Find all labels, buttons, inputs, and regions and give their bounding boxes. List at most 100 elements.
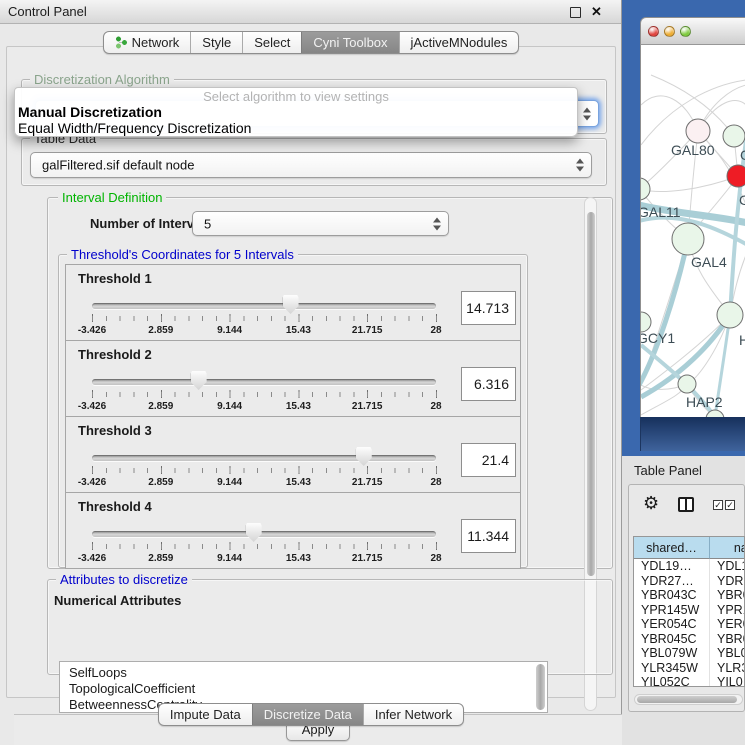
threshold-slider[interactable]: -3.4262.8599.14415.4321.71528 <box>92 369 436 415</box>
threshold-slider[interactable]: -3.4262.8599.14415.4321.71528 <box>92 293 436 339</box>
slider-track[interactable] <box>92 303 436 309</box>
node-label-gal11: GAL11 <box>641 204 681 220</box>
table-row[interactable]: YIL052CYIL0 <box>634 675 744 687</box>
network-window-titlebar[interactable] <box>640 17 745 45</box>
tab-discretize-data[interactable]: Discretize Data <box>252 704 363 725</box>
dropdown-item-equal-width-frequency-discretization[interactable]: Equal Width/Frequency Discretization <box>15 120 577 136</box>
table-cell: YBR043C <box>634 588 710 603</box>
tab-select[interactable]: Select <box>242 32 301 53</box>
interval-definition-group: Interval Definition Number of Intervals … <box>47 197 613 569</box>
tab-label: Impute Data <box>170 704 241 725</box>
table-data-value: galFiltered.sif default node <box>42 158 194 173</box>
network-canvas[interactable]: GAL80GACGAL11GAL4GCY1HHAP2 <box>640 45 745 417</box>
attribute-item-topologicalcoefficient[interactable]: TopologicalCoefficient <box>60 681 547 697</box>
tick-label: 2.859 <box>148 553 173 564</box>
close-light-icon[interactable] <box>648 26 659 37</box>
network-edge[interactable] <box>641 176 738 191</box>
table-row[interactable]: YDR27…YDR2 <box>634 574 744 589</box>
threshold-value-field[interactable]: 6.316 <box>461 367 516 401</box>
checkbox-icon[interactable]: ✓ <box>713 500 723 510</box>
checkbox-icon[interactable]: ✓ <box>725 500 735 510</box>
tab-label: Infer Network <box>375 704 452 725</box>
threshold-label: Threshold 1 <box>78 271 152 286</box>
table-cell: YDL19… <box>634 559 710 574</box>
float-window-icon[interactable] <box>570 7 581 18</box>
node-label-gal80: GAL80 <box>671 142 715 158</box>
node-table[interactable]: shared…name YDL19…YDL1YDR27…YDR2YBR043CY… <box>633 536 745 687</box>
slider-thumb[interactable] <box>356 447 372 466</box>
table-panel-box: ⚙ ✓ ✓ shared…name YDL19…YDL1YDR27…YDR2YB… <box>628 484 745 712</box>
slider-thumb[interactable] <box>283 295 299 314</box>
tab-style[interactable]: Style <box>190 32 242 53</box>
close-icon[interactable]: ✕ <box>591 3 602 21</box>
table-cell: YIL052C <box>634 675 710 687</box>
slider-tick-labels: -3.4262.8599.14415.4321.71528 <box>92 477 436 490</box>
table-hscrollbar[interactable] <box>634 694 743 705</box>
algorithm-dropdown-popup: Select algorithm to view settings Manual… <box>14 87 578 137</box>
table-cell: YPR1 <box>710 603 745 618</box>
table-row[interactable]: YBL079WYBL0 <box>634 646 744 661</box>
network-node[interactable] <box>686 119 710 143</box>
network-node[interactable] <box>641 312 651 332</box>
column-layout-icon[interactable] <box>678 497 694 512</box>
minimize-light-icon[interactable] <box>664 26 675 37</box>
slider-thumb[interactable] <box>246 523 262 542</box>
column-header-name[interactable]: name <box>710 537 745 559</box>
slider-tick-labels: -3.4262.8599.14415.4321.71528 <box>92 401 436 414</box>
tab-label: Network <box>132 32 180 53</box>
control-panel-titlebar: Control Panel ✕ <box>0 0 621 24</box>
slider-ticks-minor <box>92 544 437 549</box>
threshold-value-field[interactable]: 21.4 <box>461 443 516 477</box>
table-row[interactable]: YPR145WYPR1 <box>634 603 744 618</box>
tab-network[interactable]: Network <box>104 32 191 53</box>
dropdown-hint: Select algorithm to view settings <box>15 89 577 104</box>
threshold-value-field[interactable]: 11.344 <box>461 519 516 553</box>
network-node[interactable] <box>723 125 745 147</box>
column-header-shared-[interactable]: shared… <box>634 537 710 559</box>
network-view-window[interactable]: GAL80GACGAL11GAL4GCY1HHAP2 <box>640 17 745 451</box>
table-row[interactable]: YER054CYER0 <box>634 617 744 632</box>
tab-infer-network[interactable]: Infer Network <box>363 704 463 725</box>
table-row[interactable]: YLR345WYLR3 <box>634 661 744 676</box>
num-intervals-combobox[interactable]: 5 <box>192 211 449 236</box>
hscrollbar-thumb[interactable] <box>637 696 737 703</box>
table-row[interactable]: YBR045CYBR0 <box>634 632 744 647</box>
tab-cyni-toolbox[interactable]: Cyni Toolbox <box>301 32 398 53</box>
slider-thumb[interactable] <box>191 371 207 390</box>
gear-icon[interactable]: ⚙ <box>643 494 659 512</box>
threshold-slider[interactable]: -3.4262.8599.14415.4321.71528 <box>92 521 436 567</box>
table-cell: YER0 <box>710 617 745 632</box>
node-label-gal4: GAL4 <box>691 254 727 270</box>
table-header-row: shared…name <box>634 537 744 559</box>
attributes-group-title: Attributes to discretize <box>56 572 192 587</box>
thresholds-group: Threshold's Coordinates for 5 Intervals … <box>58 254 528 568</box>
dropdown-item-manual-discretization[interactable]: Manual Discretization <box>15 104 577 120</box>
tab-impute-data[interactable]: Impute Data <box>159 704 252 725</box>
table-data-combobox[interactable]: galFiltered.sif default node <box>30 152 592 178</box>
slider-track[interactable] <box>92 379 436 385</box>
table-cell: YBR045C <box>634 632 710 647</box>
tick-label: -3.426 <box>78 325 106 336</box>
scrollbar-thumb[interactable] <box>587 212 595 576</box>
zoom-light-icon[interactable] <box>680 26 691 37</box>
table-row[interactable]: YDL19…YDL1 <box>634 559 744 574</box>
tick-label: 2.859 <box>148 401 173 412</box>
network-desktop: GAL80GACGAL11GAL4GCY1HHAP2 <box>622 0 745 456</box>
threshold-panel-threshold-1: Threshold 1 -3.4262.8599.14415.4321.7152… <box>65 264 521 341</box>
table-cell: YPR145W <box>634 603 710 618</box>
network-node[interactable] <box>672 223 704 255</box>
tab-jactivemnodules[interactable]: jActiveMNodules <box>399 32 519 53</box>
tick-label: 28 <box>430 553 441 564</box>
network-node[interactable] <box>727 165 745 187</box>
attribute-item-selfloops[interactable]: SelfLoops <box>60 665 547 681</box>
table-data-group: Table Data galFiltered.sif default node <box>21 138 607 186</box>
threshold-value-field[interactable]: 14.713 <box>461 291 516 325</box>
slider-track[interactable] <box>92 455 436 461</box>
numerical-attributes-heading: Numerical Attributes <box>54 593 181 608</box>
network-node[interactable] <box>717 302 743 328</box>
network-node[interactable] <box>678 375 696 393</box>
slider-track[interactable] <box>92 531 436 537</box>
table-row[interactable]: YBR043CYBR0 <box>634 588 744 603</box>
threshold-slider[interactable]: -3.4262.8599.14415.4321.71528 <box>92 445 436 491</box>
node-label-hap2: HAP2 <box>686 394 723 410</box>
